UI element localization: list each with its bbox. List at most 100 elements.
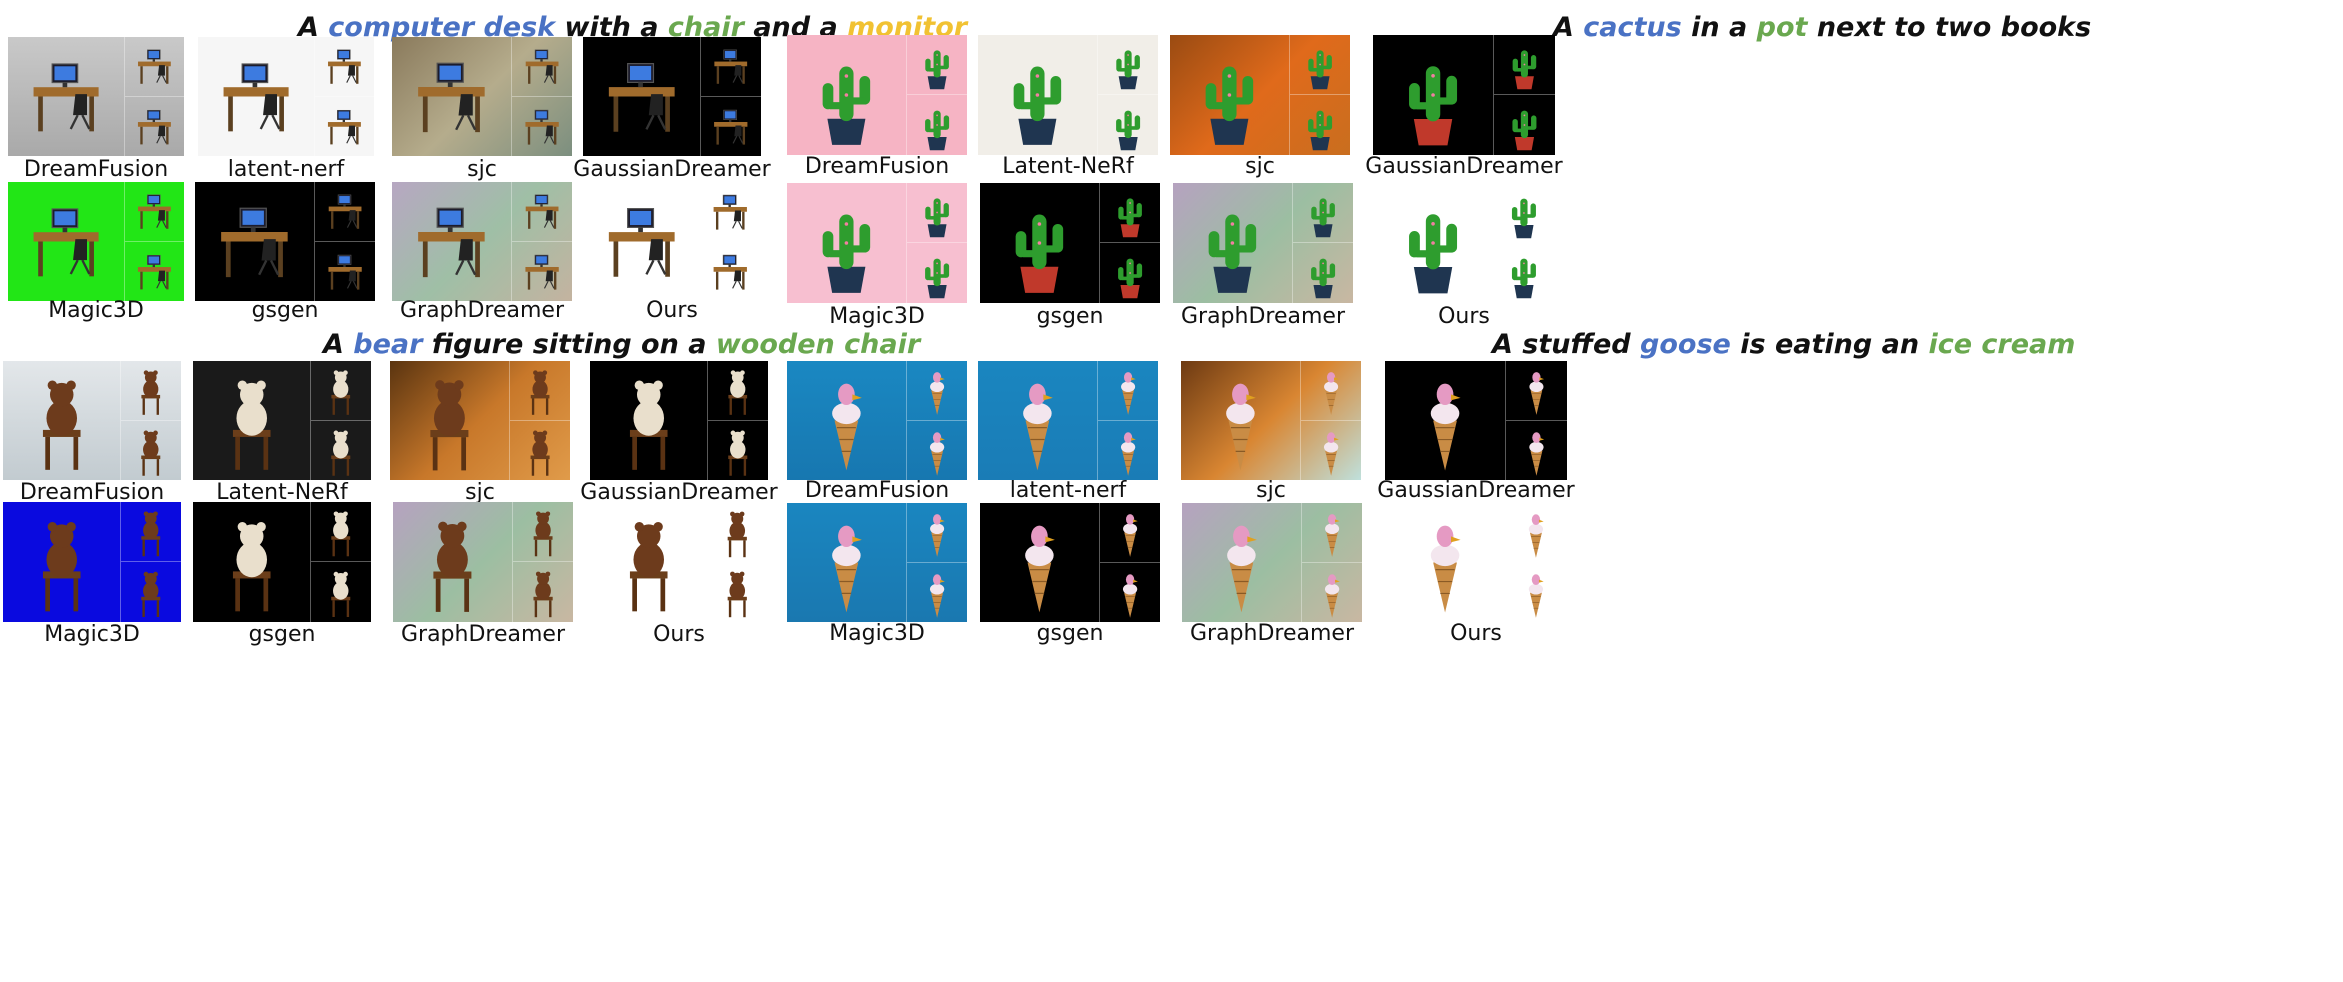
side-view xyxy=(1096,420,1158,480)
side-view xyxy=(1291,243,1353,303)
side-view xyxy=(313,182,375,242)
main-view xyxy=(393,502,512,622)
caption-segment: wooden chair xyxy=(715,329,921,360)
render-tile xyxy=(1181,361,1361,480)
main-view xyxy=(590,361,707,480)
side-view xyxy=(1300,562,1362,622)
render-tile xyxy=(1173,183,1353,303)
caption-segment: next to two books xyxy=(1807,12,2092,43)
method-label: GaussianDreamer xyxy=(1377,478,1575,503)
render-tile xyxy=(978,35,1158,155)
render-tile xyxy=(1385,503,1567,622)
method-label: Ours xyxy=(646,298,698,323)
main-view xyxy=(787,503,906,622)
side-view xyxy=(313,241,375,301)
main-view xyxy=(3,361,120,480)
method-label: GraphDreamer xyxy=(399,298,564,323)
caption-segment: A stuffed xyxy=(1492,329,1641,360)
main-view xyxy=(787,361,906,480)
side-view xyxy=(120,562,181,622)
side-view xyxy=(905,95,967,155)
main-view xyxy=(1181,361,1300,480)
method-label: Ours xyxy=(653,622,705,647)
main-view xyxy=(390,361,509,480)
main-view xyxy=(3,502,120,622)
side-view xyxy=(905,35,967,95)
side-view xyxy=(310,562,371,622)
side-view xyxy=(707,502,768,562)
side-view xyxy=(707,562,768,622)
render-tile xyxy=(1170,35,1350,155)
method-label: GraphDreamer xyxy=(1180,304,1345,329)
caption-segment: bear xyxy=(353,329,423,360)
side-view xyxy=(508,361,570,421)
render-tile xyxy=(583,182,761,301)
main-view xyxy=(583,182,700,301)
side-view xyxy=(700,182,761,242)
render-tile xyxy=(590,502,768,622)
main-view xyxy=(978,35,1097,155)
side-view xyxy=(1505,361,1567,421)
side-view xyxy=(511,502,573,562)
main-view xyxy=(787,35,906,155)
side-view xyxy=(120,502,181,562)
side-view xyxy=(310,420,371,480)
main-view xyxy=(8,37,124,156)
side-view xyxy=(905,562,967,622)
render-tile xyxy=(3,361,181,480)
method-label: GaussianDreamer xyxy=(573,157,771,182)
side-view xyxy=(1505,420,1567,480)
main-view xyxy=(1373,183,1493,303)
main-view xyxy=(980,503,1099,622)
main-view xyxy=(392,182,511,301)
render-tile xyxy=(980,503,1160,622)
caption-segment: A xyxy=(323,329,354,360)
side-view xyxy=(905,420,967,480)
render-tile xyxy=(590,361,768,480)
method-label: GraphDreamer xyxy=(1189,621,1354,646)
side-view xyxy=(1098,503,1160,563)
side-view xyxy=(314,96,374,156)
side-view xyxy=(124,37,184,97)
side-view xyxy=(124,182,184,242)
method-label: latent-nerf xyxy=(1009,478,1127,503)
render-tile xyxy=(198,37,374,156)
method-label: sjc xyxy=(1245,154,1275,179)
main-view xyxy=(1373,35,1493,155)
side-view xyxy=(1096,361,1158,421)
side-view xyxy=(905,243,967,303)
main-view xyxy=(590,502,707,622)
method-label: latent-nerf xyxy=(227,157,345,182)
main-view xyxy=(583,37,700,156)
render-tile xyxy=(787,361,967,480)
main-view xyxy=(198,37,314,156)
caption-segment: cactus xyxy=(1583,12,1682,43)
method-label: gsgen xyxy=(1036,304,1104,329)
side-view xyxy=(120,420,181,480)
side-view xyxy=(700,242,761,302)
side-view xyxy=(1493,243,1555,303)
method-label: DreamFusion xyxy=(23,157,169,182)
method-label: DreamFusion xyxy=(804,478,950,503)
side-view xyxy=(508,420,570,480)
caption-segment: figure sitting on a xyxy=(422,329,716,360)
side-view xyxy=(1299,420,1361,480)
main-view xyxy=(8,182,124,301)
render-tile xyxy=(787,183,967,303)
side-view xyxy=(1096,35,1158,95)
side-view xyxy=(124,96,184,156)
side-view xyxy=(905,183,967,243)
side-view xyxy=(707,361,768,421)
main-view xyxy=(193,502,310,622)
side-view xyxy=(1505,563,1567,623)
render-tile xyxy=(392,182,572,301)
main-view xyxy=(193,361,310,480)
side-view xyxy=(310,502,371,562)
caption-segment: pot xyxy=(1756,12,1808,43)
render-tile xyxy=(1182,503,1362,622)
side-view xyxy=(510,37,572,97)
side-view xyxy=(700,37,761,97)
side-view xyxy=(905,503,967,563)
method-label: Magic3D xyxy=(829,621,925,646)
main-view xyxy=(787,183,906,303)
